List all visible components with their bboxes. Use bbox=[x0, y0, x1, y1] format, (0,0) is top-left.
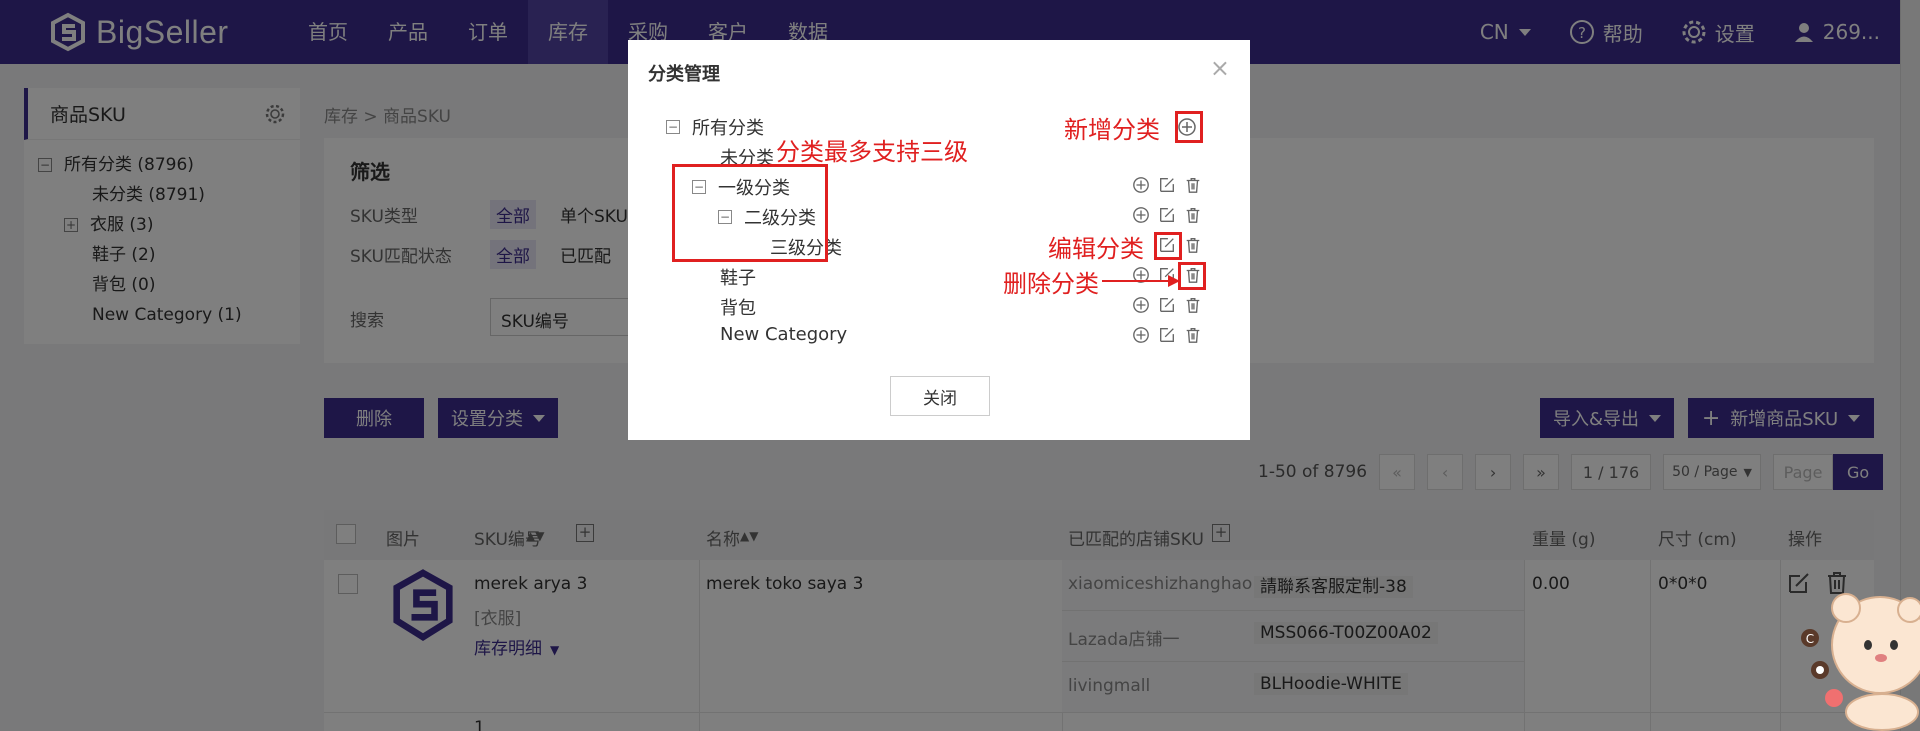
trash-icon[interactable] bbox=[1184, 206, 1202, 224]
close-icon[interactable]: × bbox=[1210, 54, 1230, 82]
tree-label: New Category bbox=[720, 324, 848, 345]
close-modal-button[interactable]: 关闭 bbox=[890, 376, 990, 416]
modal-tree-item[interactable]: − 所有分类 bbox=[666, 114, 764, 140]
edit-category-annotation-box bbox=[1154, 232, 1182, 260]
modal-tree-item[interactable]: 背包 bbox=[720, 294, 756, 320]
modal-tree-item[interactable]: New Category bbox=[720, 324, 847, 345]
delete-category-annotation-box bbox=[1178, 262, 1206, 290]
add-category-annotation-box bbox=[1175, 111, 1203, 143]
collapse-icon[interactable]: − bbox=[666, 120, 680, 134]
tree-label: 鞋子 bbox=[720, 268, 756, 289]
max-levels-annotation: 分类最多支持三级 bbox=[776, 138, 968, 166]
modal-title: 分类管理 bbox=[648, 64, 720, 85]
category-actions bbox=[1132, 296, 1210, 314]
edit-icon[interactable] bbox=[1158, 326, 1176, 344]
trash-icon[interactable] bbox=[1184, 296, 1202, 314]
category-actions bbox=[1132, 326, 1210, 344]
edit-icon[interactable] bbox=[1158, 296, 1176, 314]
add-subcategory-icon[interactable] bbox=[1132, 326, 1150, 344]
trash-icon[interactable] bbox=[1184, 176, 1202, 194]
delete-category-annotation: 删除分类 bbox=[1003, 270, 1099, 298]
category-actions bbox=[1132, 206, 1210, 224]
edit-icon[interactable] bbox=[1158, 176, 1176, 194]
add-subcategory-icon[interactable] bbox=[1132, 206, 1150, 224]
edit-category-annotation: 编辑分类 bbox=[1048, 235, 1144, 263]
trash-icon[interactable] bbox=[1184, 236, 1202, 254]
modal-tree-item[interactable]: 鞋子 bbox=[720, 264, 756, 290]
trash-icon[interactable] bbox=[1184, 326, 1202, 344]
tree-label: 背包 bbox=[720, 298, 756, 319]
three-level-annotation-box bbox=[672, 164, 828, 262]
category-management-modal: 分类管理 × − 所有分类 未分类 − 一级分类 − 二级分类 三级分类 鞋子 背包 … bbox=[628, 40, 1250, 440]
add-subcategory-icon[interactable] bbox=[1132, 176, 1150, 194]
edit-icon[interactable] bbox=[1158, 206, 1176, 224]
assistant-mascot-icon[interactable]: C bbox=[1790, 570, 1920, 731]
tree-label: 所有分类 bbox=[692, 118, 764, 139]
category-actions bbox=[1132, 176, 1210, 194]
arrow-annotation-icon bbox=[1102, 275, 1180, 287]
svg-text:C: C bbox=[1806, 632, 1814, 646]
add-category-annotation: 新增分类 bbox=[1064, 116, 1160, 144]
add-subcategory-icon[interactable] bbox=[1132, 296, 1150, 314]
